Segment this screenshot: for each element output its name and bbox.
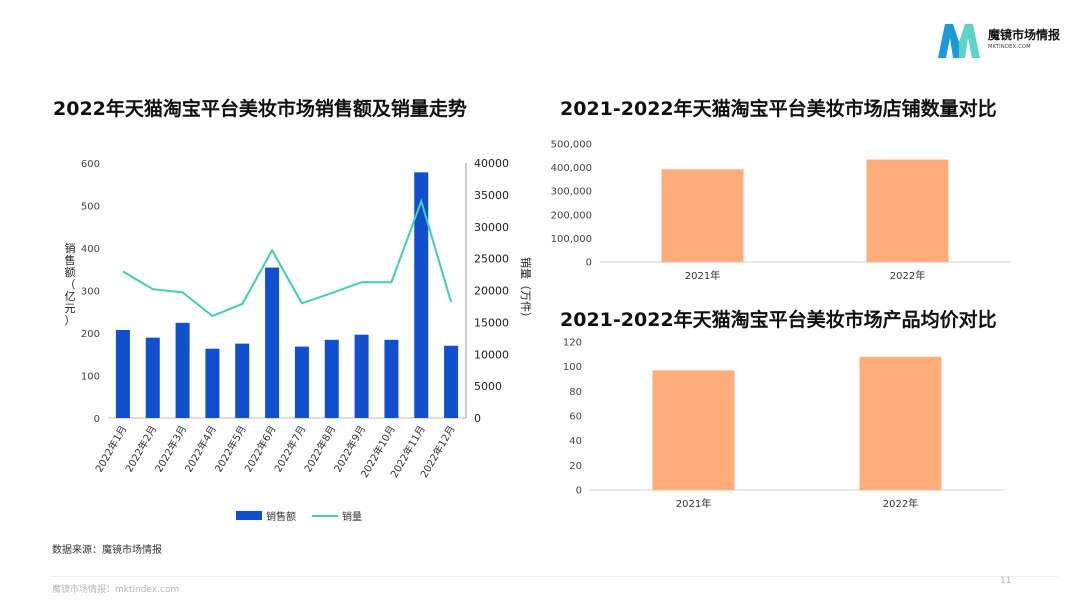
price-y-tick-label: 40 xyxy=(569,436,582,447)
stores-count-chart: 0 100,000 200,000 300,000 400,000 500,000 2021… xyxy=(551,140,1010,282)
price-x-label: 2022年 xyxy=(883,497,918,510)
y-right-tick-label: 15000 xyxy=(474,316,509,329)
brand-name: 魔镜市场情报 xyxy=(988,28,1061,42)
volume-line xyxy=(122,198,453,318)
price-y-tick-label: 60 xyxy=(569,412,582,423)
price-bar xyxy=(859,356,942,490)
y-right-tick-label: 10000 xyxy=(474,348,509,361)
price-y-tick-label: 80 xyxy=(569,387,582,398)
brand-m-icon xyxy=(938,24,980,58)
sales-bar xyxy=(235,343,250,418)
footer-text: 魔镜市场情报：mktindex.com xyxy=(52,585,180,595)
price-y-tick-label: 100 xyxy=(563,362,582,373)
brand-m-right xyxy=(959,24,980,58)
sales-bar xyxy=(324,339,339,418)
y-left-tick-label: 400 xyxy=(81,244,100,255)
sales-bar xyxy=(414,172,429,418)
stores-chart-title: 2021-2022年天猫淘宝平台美妆市场店铺数量对比 xyxy=(560,98,997,120)
sales-volume-chart: 0 100 200 300 400 500 600 0 5000 10000 15000 20000 2… xyxy=(65,157,534,480)
avg-price-chart: 0 20 40 60 80 100 120 2021年 2022年 xyxy=(563,338,1004,510)
y-right-tick-label: 0 xyxy=(474,412,481,425)
stores-x-label: 2021年 xyxy=(685,269,720,282)
price-chart-title: 2021-2022年天猫淘宝平台美妆市场产品均价对比 xyxy=(560,309,997,331)
sales-bar xyxy=(384,339,399,418)
y-left-tick-label: 100 xyxy=(81,372,100,383)
stores-bar xyxy=(866,159,949,262)
y-right-tick-label: 40000 xyxy=(474,157,509,170)
stores-y-tick-label: 100,000 xyxy=(551,234,592,245)
y-right-tick-label: 5000 xyxy=(474,380,502,393)
stores-y-tick-label: 400,000 xyxy=(551,163,592,174)
stores-bar xyxy=(661,169,744,262)
stores-x-label: 2022年 xyxy=(890,269,925,282)
sales-bar xyxy=(175,322,190,418)
data-source-note: 数据来源：魔镜市场情报 xyxy=(52,545,162,556)
y-right-tick-label: 20000 xyxy=(474,285,509,298)
sales-bar xyxy=(115,330,130,418)
sales-bar xyxy=(265,267,280,418)
y-left-tick-label: 200 xyxy=(81,329,100,340)
price-x-label: 2021年 xyxy=(676,497,711,510)
brand-url: MKTINDEX.COM xyxy=(988,44,1031,50)
stores-y-tick-label: 0 xyxy=(586,258,592,269)
sales-bar xyxy=(145,337,160,418)
y-left-tick-label: 300 xyxy=(81,287,100,298)
sales-bar xyxy=(444,345,459,418)
stores-y-tick-label: 200,000 xyxy=(551,210,592,221)
price-bar xyxy=(652,370,735,490)
brand-logo: 魔镜市场情报 MKTINDEX.COM xyxy=(936,18,1076,62)
page-number: 11 xyxy=(1000,576,1012,586)
footer-divider xyxy=(50,576,1058,577)
sales-bar xyxy=(205,348,220,418)
legend-volume-label: 销量 xyxy=(342,512,362,523)
stores-y-tick-label: 300,000 xyxy=(551,187,592,198)
brand-m-left xyxy=(938,24,959,58)
sales-bar xyxy=(294,346,309,418)
y-right-tick-label: 35000 xyxy=(474,189,509,202)
main-chart-title: 2022年天猫淘宝平台美妆市场销售额及销量走势 xyxy=(53,98,467,120)
price-y-tick-label: 120 xyxy=(563,338,582,349)
y-left-axis-title: 销售额（亿元） xyxy=(65,241,76,327)
price-y-tick-label: 20 xyxy=(569,461,582,472)
main-chart-legend: 销售额 销量 xyxy=(236,508,362,523)
sales-bar xyxy=(354,334,369,418)
y-left-tick-label: 600 xyxy=(81,159,100,170)
y-right-tick-label: 25000 xyxy=(474,253,509,266)
x-category-label: 2022年1月 xyxy=(92,423,129,474)
legend-line-swatch xyxy=(312,514,338,517)
legend-bar-swatch xyxy=(236,511,262,520)
legend-sales-label: 销售额 xyxy=(266,512,296,523)
y-left-tick-label: 500 xyxy=(81,202,100,213)
stores-y-tick-label: 500,000 xyxy=(551,140,592,151)
price-y-tick-label: 0 xyxy=(576,486,582,497)
y-left-tick-label: 0 xyxy=(94,414,100,425)
y-right-tick-label: 30000 xyxy=(474,221,509,234)
